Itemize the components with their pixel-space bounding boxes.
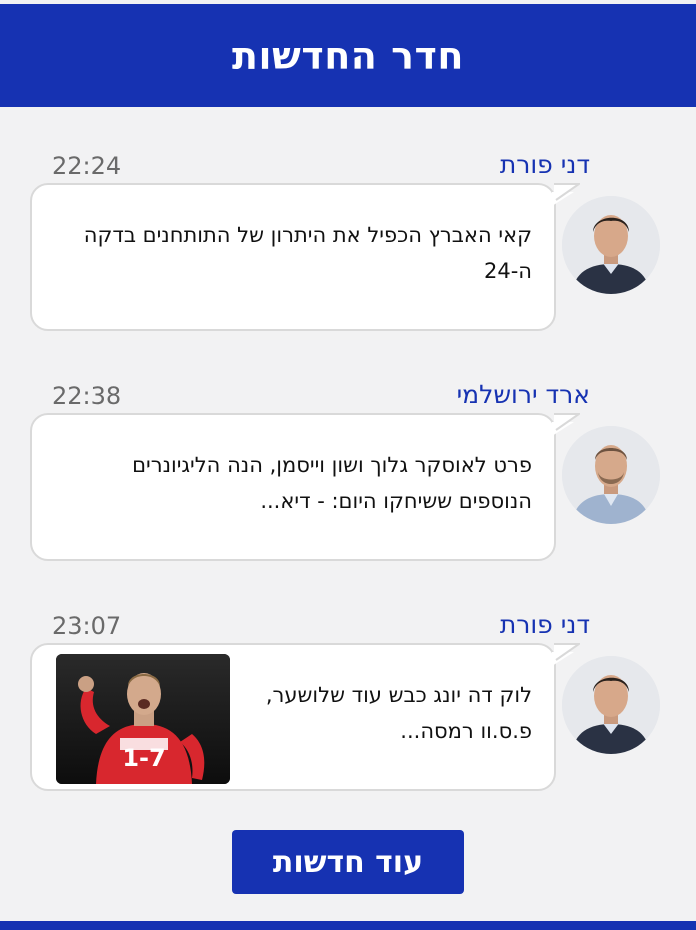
- footer-bar: [0, 921, 696, 930]
- avatar: [562, 426, 660, 524]
- message-text: פרט לאוסקר גלוך ושון וייסמן, הנה הליגיונ…: [132, 453, 532, 513]
- message-text: קאי האברץ הכפיל את היתרון של התותחנים בד…: [83, 223, 532, 283]
- timestamp: 22:24: [52, 152, 122, 180]
- avatar: [562, 656, 660, 754]
- author-name[interactable]: דני פורת: [500, 150, 590, 179]
- bubble-tail: [554, 643, 580, 661]
- message-bubble[interactable]: פרט לאוסקר גלוך ושון וייסמן, הנה הליגיונ…: [30, 413, 574, 561]
- person-icon: [562, 196, 660, 294]
- message-bubble[interactable]: לוק דה יונג כבש עוד שלושער, פ.ס.וו רמסה.…: [30, 643, 574, 791]
- bubble-tail: [554, 413, 580, 431]
- page-title: חדר החדשות: [232, 33, 464, 78]
- author-name[interactable]: ארד ירושלמי: [457, 380, 590, 409]
- more-news-button[interactable]: עוד חדשות: [232, 830, 464, 894]
- news-item[interactable]: דני פורת 22:24 קאי האברץ הכפיל את היתרון…: [0, 150, 696, 350]
- news-item[interactable]: ארד ירושלמי 22:38 פרט לאוסקר גלוך ושון ו…: [0, 380, 696, 580]
- timestamp: 22:38: [52, 382, 122, 410]
- author-name[interactable]: דני פורת: [500, 610, 590, 639]
- person-icon: [562, 656, 660, 754]
- message-bubble[interactable]: קאי האברץ הכפיל את היתרון של התותחנים בד…: [30, 183, 574, 331]
- person-icon: [562, 426, 660, 524]
- avatar: [562, 196, 660, 294]
- timestamp: 23:07: [52, 612, 122, 640]
- news-image[interactable]: 1-7: [56, 654, 230, 784]
- news-item[interactable]: דני פורת 23:07 לוק דה יונג כבש עוד שלושע…: [0, 610, 696, 810]
- football-player-image: 1-7: [56, 654, 230, 784]
- message-text: לוק דה יונג כבש עוד שלושער, פ.ס.וו רמסה.…: [265, 683, 532, 743]
- page-header: חדר החדשות: [0, 4, 696, 107]
- bubble-tail: [554, 183, 580, 201]
- score-overlay: 1-7: [122, 744, 165, 772]
